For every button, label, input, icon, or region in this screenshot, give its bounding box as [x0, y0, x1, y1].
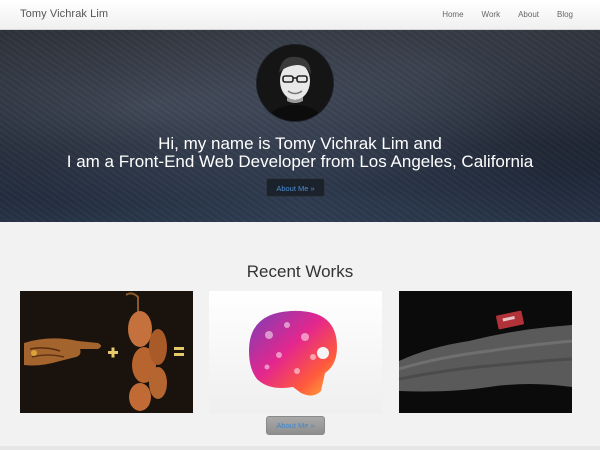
nav-home[interactable]: Home — [442, 10, 463, 19]
brand-link[interactable]: Tomy Vichrak Lim — [20, 8, 108, 20]
hand-plus-sausage-equals-artwork-icon — [20, 291, 193, 413]
work-thumbnail-1[interactable] — [20, 291, 193, 413]
hero-heading-line-2: I am a Front-End Web Developer from Los … — [66, 152, 534, 171]
hero-heading-line-1: Hi, my name is Tomy Vichrak Lim and — [158, 134, 442, 153]
nav-about[interactable]: About — [518, 10, 539, 19]
work-thumbnail-2[interactable] — [209, 291, 382, 413]
recent-works-title: Recent Works — [246, 262, 354, 281]
section-divider — [0, 446, 600, 450]
colorful-brain-icons-artwork-icon — [249, 310, 337, 396]
avatar-portrait-icon — [257, 45, 333, 121]
about-me-button[interactable]: About Me » — [266, 178, 325, 197]
nav-blog[interactable]: Blog — [557, 10, 573, 19]
nav-work[interactable]: Work — [482, 10, 501, 19]
work-thumbnail-3[interactable] — [399, 291, 572, 413]
gray-sweater-red-tag-photo-icon — [399, 291, 572, 413]
works-about-me-button[interactable]: About Me » — [266, 416, 325, 435]
navbar: Tomy Vichrak Lim Home Work About Blog — [0, 0, 600, 30]
hero-section: Hi, my name is Tomy Vichrak Lim and I am… — [0, 30, 600, 222]
avatar — [257, 45, 333, 121]
nav-links: Home Work About Blog — [424, 10, 573, 19]
